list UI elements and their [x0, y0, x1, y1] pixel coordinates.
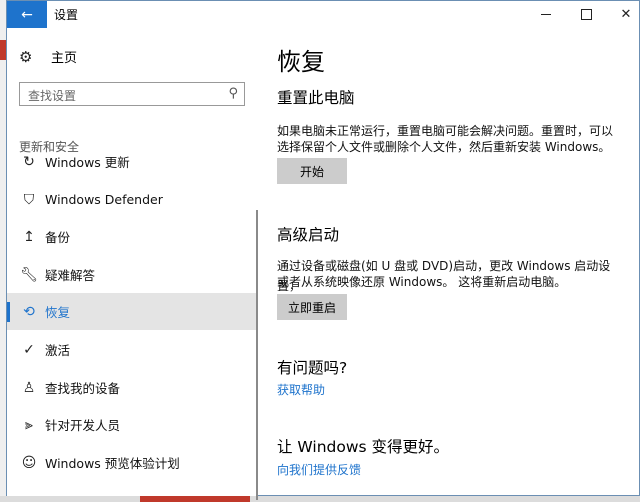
search-input[interactable]: 查找设置 ⚲ — [19, 82, 245, 106]
sidebar-item-troubleshoot[interactable]: 🔧︎ 疑难解答 — [7, 256, 257, 293]
history-icon: ⟲ — [23, 303, 35, 320]
search-icon: ⚲ — [228, 86, 238, 101]
sync-icon: ↻ — [23, 153, 35, 170]
reset-start-button[interactable]: 开始 — [277, 158, 347, 184]
advanced-startup-heading: 高级启动 — [277, 226, 340, 244]
window-title: 设置 — [54, 8, 79, 22]
developer-icon: ⫸ — [25, 416, 33, 433]
sidebar-home-label: 主页 — [51, 51, 78, 66]
sidebar-item-insider-program[interactable]: ☺ Windows 预览体验计划 — [7, 444, 257, 481]
sidebar-item-label: 针对开发人员 — [45, 418, 121, 433]
wrench-icon: 🔧︎ — [20, 266, 38, 283]
title-bar: ← 设置 ✕ — [7, 1, 639, 28]
close-button[interactable]: ✕ — [603, 1, 640, 28]
give-feedback-link[interactable]: 向我们提供反馈 — [277, 461, 361, 478]
sidebar-item-label: 恢复 — [45, 305, 71, 320]
sidebar-item-recovery[interactable]: ⟲ 恢复 — [7, 293, 257, 330]
sidebar-item-label: Windows Defender — [45, 192, 163, 207]
question-heading: 有问题吗? — [277, 359, 348, 377]
sidebar-item-label: Windows 更新 — [45, 155, 130, 170]
sidebar-item-label: Windows 预览体验计划 — [45, 456, 180, 471]
background-bottom — [0, 496, 640, 502]
sidebar-item-label: 激活 — [45, 343, 71, 358]
reset-heading: 重置此电脑 — [277, 89, 355, 107]
sidebar-scrollbar[interactable] — [256, 210, 258, 500]
sidebar-item-find-my-device[interactable]: ♙ 查找我的设备 — [7, 369, 257, 406]
upload-arrow-icon: ↥ — [23, 228, 35, 245]
get-help-link[interactable]: 获取帮助 — [277, 381, 325, 398]
maximize-icon — [580, 9, 592, 20]
background-red-strip — [140, 496, 250, 502]
sidebar-item-label: 备份 — [45, 230, 71, 245]
sidebar-item-backup[interactable]: ↥ 备份 — [7, 218, 257, 255]
close-icon: ✕ — [620, 7, 632, 22]
feedback-heading: 让 Windows 变得更好。 — [277, 438, 450, 456]
sidebar-item-for-developers[interactable]: ⫸ 针对开发人员 — [7, 406, 257, 443]
gear-icon: ⚙ — [19, 47, 33, 66]
reset-description-line-2: 选择保留个人文件或删除个人文件，然后重新安装 Windows。 — [277, 140, 611, 154]
person-icon: ♙ — [22, 379, 36, 396]
search-placeholder: 查找设置 — [28, 89, 77, 103]
restart-now-button[interactable]: 立即重启 — [277, 294, 347, 320]
sidebar-home[interactable]: ⚙ 主页 — [19, 47, 78, 67]
sidebar: ⚙ 主页 查找设置 ⚲ 更新和安全 ↻ Windows 更新 ⛉ Windows… — [7, 28, 258, 500]
minimize-icon — [541, 14, 551, 15]
settings-window: ← 设置 ✕ ⚙ 主页 查找设置 ⚲ 更新和安全 ↻ Windows 更新 ⛉ … — [6, 0, 640, 500]
sidebar-item-label: 疑难解答 — [45, 268, 96, 283]
check-circle-icon: ✓ — [23, 341, 35, 358]
back-button[interactable]: ← — [7, 1, 47, 28]
sidebar-item-windows-update[interactable]: ↻ Windows 更新 — [7, 143, 257, 180]
sidebar-item-windows-defender[interactable]: ⛉ Windows Defender — [7, 181, 257, 218]
shield-icon: ⛉ — [23, 191, 35, 208]
page-title: 恢复 — [277, 48, 325, 76]
active-indicator — [7, 302, 10, 322]
sidebar-item-label: 查找我的设备 — [45, 381, 121, 396]
advanced-description-line-2: 或者从系统映像还原 Windows。 这将重新启动电脑。 — [277, 275, 567, 289]
smiley-icon: ☺ — [21, 454, 37, 471]
arrow-left-icon: ← — [21, 6, 33, 23]
sidebar-item-activation[interactable]: ✓ 激活 — [7, 331, 257, 368]
